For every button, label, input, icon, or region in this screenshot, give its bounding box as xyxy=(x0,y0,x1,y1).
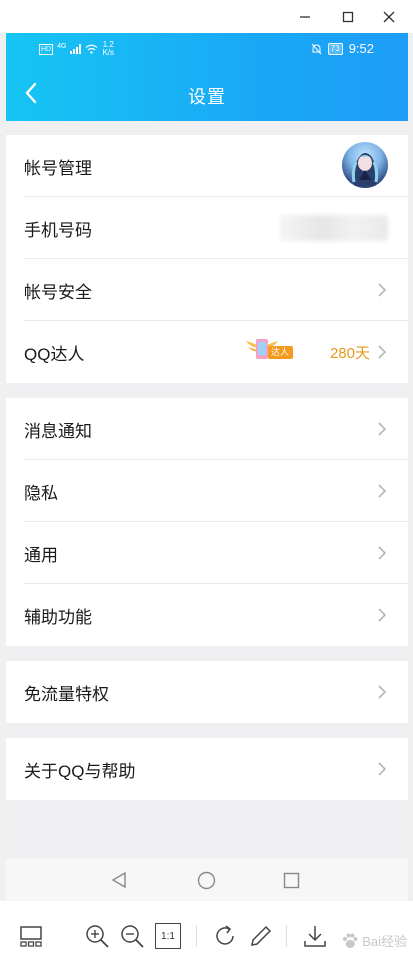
paw-logo-icon xyxy=(343,933,358,948)
settings-row-general[interactable]: 通用 xyxy=(6,522,408,584)
chevron-right-icon xyxy=(378,422,387,436)
blurred-phone-number xyxy=(280,215,388,241)
row-label: 帐号安全 xyxy=(24,282,92,302)
daren-badge-text: 达人 xyxy=(271,347,290,357)
row-label: 手机号码 xyxy=(24,220,92,240)
watermark: Bai经验 xyxy=(341,931,407,950)
avatar xyxy=(342,142,388,188)
row-label: 关于QQ与帮助 xyxy=(24,761,136,781)
chevron-right-icon xyxy=(378,762,387,776)
settings-row-notifications[interactable]: 消息通知 xyxy=(6,398,408,460)
watermark-text: Bai经验 xyxy=(362,934,407,949)
wifi-icon xyxy=(86,44,98,54)
mute-bell-icon xyxy=(311,43,322,54)
back-triangle-icon[interactable] xyxy=(110,871,128,889)
home-circle-icon[interactable] xyxy=(197,871,216,890)
window-frame-right xyxy=(408,33,413,901)
download-icon[interactable] xyxy=(302,923,328,949)
chevron-right-icon xyxy=(378,283,387,297)
chevron-right-icon xyxy=(378,685,387,699)
hd-indicator: HD xyxy=(39,43,54,55)
close-icon[interactable] xyxy=(378,6,400,28)
status-time: 9:52 xyxy=(348,41,374,56)
daren-days: 280天 xyxy=(329,345,370,362)
settings-group-data: 免流量特权 xyxy=(6,661,408,723)
settings-row-free-data[interactable]: 免流量特权 xyxy=(6,661,408,723)
actual-size-icon[interactable]: 1:1 xyxy=(155,923,181,949)
phone-screen: HD 4G 1.2 K/s 73 9:52 设置 帐号管理 手机号码 帐号安全 … xyxy=(6,33,408,901)
settings-row-accessibility[interactable]: 辅助功能 xyxy=(6,584,408,646)
minimize-icon[interactable] xyxy=(294,6,316,28)
row-label: 免流量特权 xyxy=(24,684,109,704)
row-label: 通用 xyxy=(24,545,58,565)
settings-group-about: 关于QQ与帮助 xyxy=(6,738,408,800)
zoom-in-icon[interactable] xyxy=(84,923,110,949)
system-nav-bar xyxy=(6,859,408,901)
rotate-icon[interactable] xyxy=(212,923,238,949)
viewer-toolbar: 1:1 Bai经验 xyxy=(0,901,413,978)
settings-group-general: 消息通知 隐私 通用 辅助功能 xyxy=(6,398,408,646)
thumbnail-view-icon[interactable] xyxy=(18,923,44,949)
daren-badge: 达人 xyxy=(244,335,294,365)
chevron-right-icon xyxy=(378,608,387,622)
header-bar: HD 4G 1.2 K/s 73 9:52 设置 xyxy=(6,33,408,121)
settings-row-about-help[interactable]: 关于QQ与帮助 xyxy=(6,738,408,800)
edit-pencil-icon[interactable] xyxy=(248,923,274,949)
settings-row-privacy[interactable]: 隐私 xyxy=(6,460,408,522)
settings-row-account-management[interactable]: 帐号管理 xyxy=(6,135,408,197)
chevron-right-icon xyxy=(378,546,387,560)
actual-size-label: 1:1 xyxy=(161,930,175,942)
recent-square-icon[interactable] xyxy=(283,872,300,889)
chevron-right-icon xyxy=(378,345,387,359)
chevron-right-icon xyxy=(378,484,387,498)
network-speed: 1.2 K/s xyxy=(102,41,114,57)
battery-icon: 73 xyxy=(327,42,343,55)
network-type: 4G xyxy=(57,43,67,50)
status-bar: HD 4G 1.2 K/s 73 9:52 xyxy=(6,33,408,63)
row-label: 隐私 xyxy=(24,483,58,503)
settings-row-phone-number[interactable]: 手机号码 xyxy=(6,197,408,259)
row-label: 消息通知 xyxy=(24,421,92,441)
row-label: QQ达人 xyxy=(24,344,85,364)
signal-icon xyxy=(70,44,82,54)
settings-row-qq-daren[interactable]: QQ达人 达人 280天 xyxy=(6,321,408,383)
window-titlebar xyxy=(0,0,413,33)
settings-group-account: 帐号管理 手机号码 帐号安全 QQ达人 达人 280天 xyxy=(6,135,408,383)
settings-row-account-security[interactable]: 帐号安全 xyxy=(6,259,408,321)
maximize-icon[interactable] xyxy=(337,6,359,28)
row-label: 帐号管理 xyxy=(24,158,92,178)
speed-unit: K/s xyxy=(102,48,115,57)
page-title: 设置 xyxy=(188,87,226,107)
zoom-out-icon[interactable] xyxy=(119,923,145,949)
row-label: 辅助功能 xyxy=(24,607,92,627)
